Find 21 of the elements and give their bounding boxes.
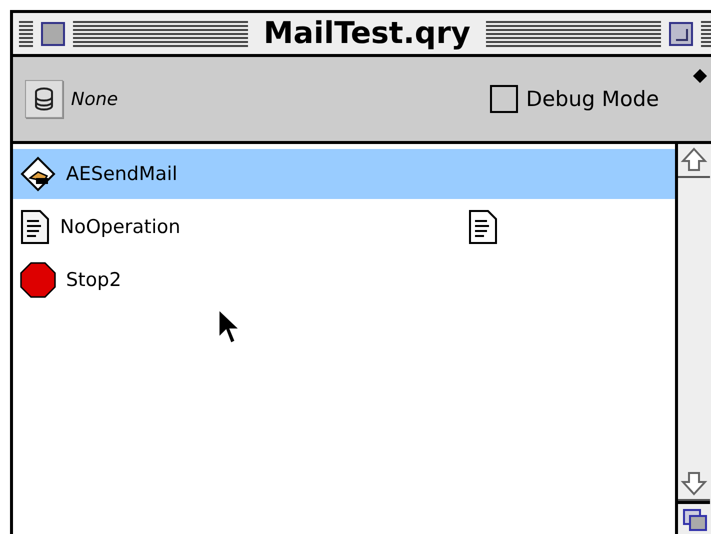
scrollbar[interactable] — [675, 144, 711, 534]
item-name: AESendMail — [66, 163, 178, 185]
diamond-icon — [693, 69, 707, 83]
list-item[interactable]: AESendMail — [13, 149, 675, 199]
item-name: NoOperation — [60, 216, 180, 238]
resize-icon[interactable] — [678, 501, 710, 534]
item-name: Stop2 — [66, 269, 122, 291]
envelope-hand-icon — [20, 156, 56, 192]
debug-mode-checkbox[interactable]: Debug Mode — [490, 85, 659, 113]
database-name: None — [71, 88, 118, 110]
title-stripes — [19, 20, 33, 46]
close-box[interactable] — [41, 22, 65, 46]
zoom-box[interactable] — [669, 22, 694, 46]
list-item[interactable]: Stop2 — [13, 255, 675, 305]
stop-sign-icon — [20, 262, 56, 298]
window-title: MailTest.qry — [262, 16, 472, 51]
list-item[interactable]: NoOperation — [13, 202, 675, 252]
title-stripes — [701, 20, 711, 46]
database-icon — [33, 87, 55, 111]
database-button[interactable] — [25, 80, 63, 118]
document-icon — [20, 209, 50, 245]
